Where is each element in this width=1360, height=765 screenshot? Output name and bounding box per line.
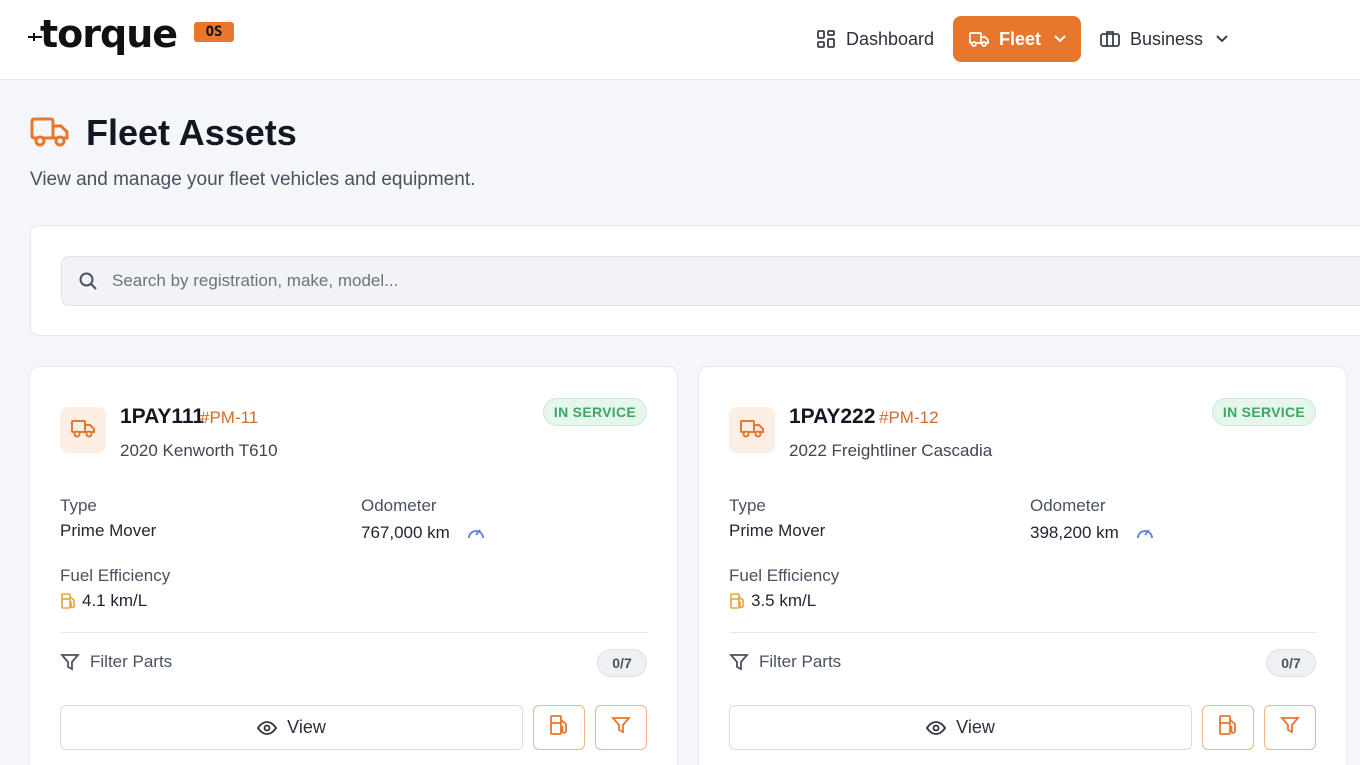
search-icon <box>78 271 98 291</box>
nav-dashboard[interactable]: Dashboard <box>816 16 934 62</box>
odometer-label: Odometer <box>361 496 437 515</box>
view-button[interactable]: View <box>729 705 1192 750</box>
fuel-efficiency-text: 3.5 km/L <box>751 591 817 610</box>
fuel-efficiency-value: 4.1 km/L <box>60 591 147 611</box>
vehicle-registration: 1PAY222 <box>789 405 876 428</box>
type-value: Prime Mover <box>729 521 826 540</box>
page-header: Fleet Assets <box>30 112 297 154</box>
fuel-pump-icon <box>549 714 569 741</box>
odometer-text: 398,200 km <box>1030 523 1119 542</box>
nav-dashboard-label: Dashboard <box>846 28 935 49</box>
divider <box>729 632 1317 633</box>
eye-icon <box>257 720 278 735</box>
nav-business-label: Business <box>1130 28 1204 49</box>
vehicle-card[interactable]: 1PAY222 #PM-12 2022 Freightliner Cascadi… <box>698 366 1347 765</box>
filter-icon <box>729 653 749 671</box>
fuel-efficiency-label: Fuel Efficiency <box>729 566 840 585</box>
gauge-icon <box>1135 524 1155 542</box>
filter-parts-row[interactable]: Filter Parts <box>729 652 841 672</box>
odometer-label: Odometer <box>1030 496 1106 515</box>
fuel-pump-icon <box>60 592 77 610</box>
fuel-log-button[interactable] <box>1202 705 1254 750</box>
torque-os-logo[interactable]: torque OS <box>28 12 238 72</box>
vehicle-unit-id: #PM-12 <box>879 408 939 427</box>
grid-icon <box>816 29 836 49</box>
gauge-icon <box>466 524 486 542</box>
chevron-down-icon <box>1053 34 1067 44</box>
vehicle-model: 2020 Kenworth T610 <box>120 441 278 460</box>
fuel-log-button[interactable] <box>533 705 585 750</box>
type-label: Type <box>60 496 97 515</box>
page-title: Fleet Assets <box>86 112 297 153</box>
vehicle-model: 2022 Freightliner Cascadia <box>789 441 993 460</box>
briefcase-icon <box>1100 30 1120 48</box>
truck-icon <box>71 418 95 443</box>
vehicle-registration: 1PAY111 <box>120 405 205 428</box>
view-button-label: View <box>287 717 326 737</box>
fuel-efficiency-label: Fuel Efficiency <box>60 566 171 585</box>
vehicle-avatar <box>729 407 775 453</box>
truck-icon <box>969 30 989 48</box>
fuel-pump-icon <box>1218 714 1238 741</box>
nav-business[interactable]: Business <box>1100 16 1229 62</box>
status-badge: IN SERVICE <box>542 398 647 426</box>
fuel-pump-icon <box>729 592 746 610</box>
status-badge: IN SERVICE <box>1211 398 1316 426</box>
top-navbar: torque OS Dashboard Fleet Business <box>0 0 1360 80</box>
filter-icon <box>1280 716 1300 739</box>
search-card <box>30 225 1360 336</box>
eye-icon <box>926 720 947 735</box>
filter-parts-button[interactable] <box>1264 705 1316 750</box>
filter-icon <box>60 653 80 671</box>
odometer-text: 767,000 km <box>361 523 450 542</box>
nav-fleet[interactable]: Fleet <box>953 16 1081 62</box>
page-subtitle: View and manage your fleet vehicles and … <box>30 169 476 190</box>
chevron-down-icon <box>1215 34 1229 44</box>
truck-icon <box>740 418 764 443</box>
filter-parts-label: Filter Parts <box>90 652 173 671</box>
filter-parts-row[interactable]: Filter Parts <box>60 652 172 672</box>
divider <box>60 632 648 633</box>
nav-fleet-label: Fleet <box>999 28 1042 49</box>
view-button-label: View <box>956 717 995 737</box>
type-label: Type <box>729 496 766 515</box>
filter-parts-button[interactable] <box>595 705 647 750</box>
odometer-value: 767,000 km <box>361 523 486 543</box>
truck-icon <box>30 114 70 153</box>
odometer-value: 398,200 km <box>1030 523 1155 543</box>
search-box[interactable] <box>61 256 1360 306</box>
view-button[interactable]: View <box>60 705 523 750</box>
vehicle-unit-id: #PM-11 <box>200 408 259 427</box>
logo-os-badge: OS <box>194 22 234 42</box>
search-input[interactable] <box>112 271 1112 291</box>
parts-count-badge: 0/7 <box>1266 649 1316 677</box>
vehicle-card[interactable]: 1PAY111 #PM-11 2020 Kenworth T610 IN SER… <box>29 366 678 765</box>
fuel-efficiency-value: 3.5 km/L <box>729 591 816 611</box>
fuel-efficiency-text: 4.1 km/L <box>82 591 148 610</box>
type-value: Prime Mover <box>60 521 157 540</box>
filter-icon <box>611 716 631 739</box>
filter-parts-label: Filter Parts <box>759 652 842 671</box>
vehicle-avatar <box>60 407 106 453</box>
parts-count-badge: 0/7 <box>597 649 647 677</box>
logo-wordmark: torque <box>40 12 178 56</box>
